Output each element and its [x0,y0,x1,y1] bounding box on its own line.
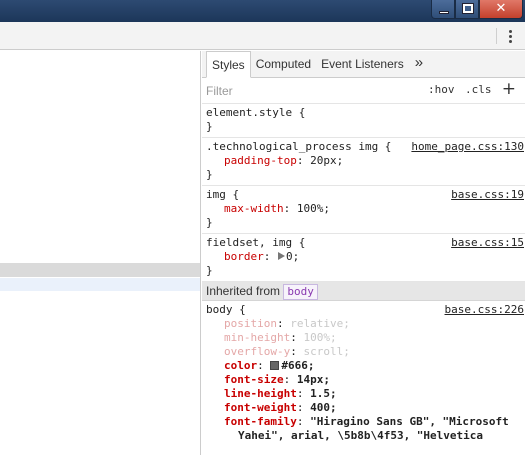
declaration-padding-top[interactable]: padding-top: 20px; [206,154,525,168]
rule-img[interactable]: base.css:19 img { max-width: 100%; } [202,186,525,234]
rule-source-link[interactable]: home_page.css:130 [411,140,524,154]
property-value[interactable]: 400; [303,401,337,414]
new-rule-plus-icon[interactable]: + [502,79,516,99]
property-name[interactable]: min-height [224,331,290,344]
property-value[interactable]: scroll; [297,345,349,358]
rule-selector[interactable]: element.style { [206,106,525,120]
rule-body[interactable]: base.css:226 body { position: relative; … [202,301,525,446]
declaration-font-family[interactable]: font-family: "Hiragino Sans GB", "Micros… [206,415,525,429]
inherited-element-link[interactable]: body [283,284,318,300]
rule-source-link[interactable]: base.css:226 [445,303,524,317]
inherited-section-header: Inherited from body [202,282,525,301]
rule-close-brace: } [206,264,213,277]
declaration-max-width[interactable]: max-width: 100%; [206,202,525,216]
expand-triangle-icon[interactable] [278,252,285,260]
property-name[interactable]: font-weight [224,401,297,414]
maximize-icon [462,3,474,14]
styles-sidebar: Styles Computed Event Listeners » :hov .… [202,51,525,455]
declaration-color[interactable]: color: #666; [206,359,525,373]
minimize-icon [439,11,449,14]
property-name[interactable]: line-height [224,387,297,400]
declaration-position[interactable]: position: relative; [206,317,525,331]
font-family-continuation[interactable]: Yahei", arial, \5b8b\4f53, "Helvetica [206,429,525,443]
selected-dom-row[interactable] [0,263,200,277]
close-button[interactable]: ✕ [479,0,523,19]
kebab-menu-icon[interactable] [503,26,517,46]
rule-source-link[interactable]: base.css:15 [451,236,524,250]
maximize-button[interactable] [455,0,479,19]
property-name[interactable]: border [224,250,264,263]
style-rules-list: element.style { } home_page.css:130 .tec… [202,104,525,446]
property-name[interactable]: overflow-y [224,345,290,358]
hovered-dom-row[interactable] [0,278,200,291]
tab-computed[interactable]: Computed [251,51,316,77]
hover-state-toggle[interactable]: :hov [428,83,455,96]
declaration-line-height[interactable]: line-height: 1.5; [206,387,525,401]
color-swatch-icon[interactable] [270,361,280,370]
property-name[interactable]: color [224,359,257,372]
property-name[interactable]: font-family [224,415,297,428]
property-value[interactable]: #666; [281,359,314,372]
property-value[interactable]: 0; [286,250,299,263]
window-titlebar: ✕ [0,0,525,22]
rule-close-brace: } [206,168,213,181]
rule-fieldset-img[interactable]: base.css:15 fieldset, img { border: 0; } [202,234,525,282]
property-name[interactable]: max-width [224,202,284,215]
inherited-label: Inherited from [206,284,281,298]
property-name[interactable]: padding-top [224,154,297,167]
tab-event-listeners[interactable]: Event Listeners [316,51,409,77]
sidebar-tabs: Styles Computed Event Listeners » [202,51,525,78]
property-value[interactable]: relative; [284,317,350,330]
devtools-toolbar [0,22,525,50]
property-value[interactable]: 1.5; [303,387,337,400]
rule-close-brace: } [206,120,213,133]
declaration-font-weight[interactable]: font-weight: 400; [206,401,525,415]
declaration-border[interactable]: border: 0; [206,250,525,264]
rule-close-brace: } [206,216,213,229]
elements-dom-tree[interactable] [0,51,201,455]
styles-filter-bar: :hov .cls + [202,78,525,104]
property-value[interactable]: 14px; [290,373,330,386]
rule-technological-process-img[interactable]: home_page.css:130 .technological_process… [202,138,525,186]
property-value[interactable]: 100%; [290,202,330,215]
property-name[interactable]: position [224,317,277,330]
property-value[interactable]: 100%; [297,331,336,344]
minimize-button[interactable] [431,0,455,19]
property-value[interactable]: 20px; [303,154,343,167]
window-controls: ✕ [431,0,523,19]
filter-input[interactable] [206,83,406,99]
declaration-overflow-y[interactable]: overflow-y: scroll; [206,345,525,359]
toolbar-divider [496,28,497,44]
property-value[interactable]: "Hiragino Sans GB", "Microsoft [303,415,509,428]
property-name[interactable]: font-size [224,373,284,386]
tab-styles[interactable]: Styles [206,51,251,78]
rule-source-link[interactable]: base.css:19 [451,188,524,202]
declaration-font-size[interactable]: font-size: 14px; [206,373,525,387]
declaration-min-height[interactable]: min-height: 100%; [206,331,525,345]
more-tabs-icon[interactable]: » [409,51,429,77]
close-icon: ✕ [495,1,507,16]
rule-element-style[interactable]: element.style { } [202,104,525,138]
class-toggle[interactable]: .cls [465,83,492,96]
